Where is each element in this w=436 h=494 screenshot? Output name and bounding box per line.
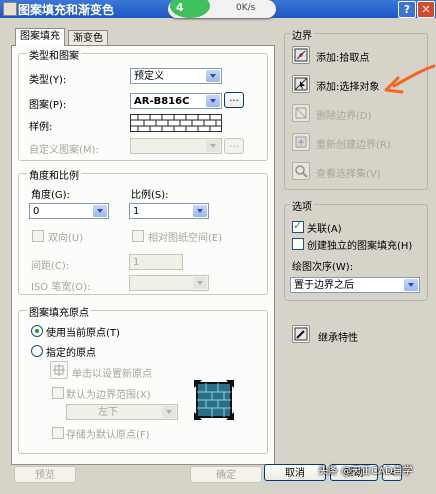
- help-title-button[interactable]: ?: [398, 1, 416, 18]
- spacing-label: 间距(C):: [31, 261, 70, 272]
- add-pick-points-icon[interactable]: [292, 46, 310, 64]
- scale-select[interactable]: 1: [129, 203, 209, 219]
- draw-order-label: 绘图次序(W):: [292, 262, 354, 273]
- draw-order-value: 置于边界之后: [294, 280, 354, 291]
- relative-paper-checkbox[interactable]: [132, 230, 144, 242]
- custom-pattern-select[interactable]: [130, 138, 222, 154]
- click-set-origin-label: 单击以设置新原点: [72, 369, 152, 380]
- pattern-browse-button[interactable]: ...: [224, 92, 244, 108]
- double-checkbox[interactable]: [32, 230, 44, 242]
- chevron-down-icon: [93, 205, 107, 217]
- magnifier-icon: [295, 165, 308, 178]
- view-selections-icon[interactable]: [292, 162, 310, 180]
- use-current-origin-label: 使用当前原点(T): [46, 328, 120, 339]
- app-icon: [3, 2, 17, 16]
- pattern-sample-swatch[interactable]: [130, 114, 222, 132]
- view-selections-label[interactable]: 查看选择集(V): [316, 165, 381, 180]
- window-title: 图案填充和渐变色: [18, 3, 115, 17]
- remove-boundaries-icon[interactable]: [292, 104, 310, 122]
- angle-label: 角度(G):: [31, 190, 70, 201]
- pattern-select[interactable]: AR-B816C: [130, 93, 222, 109]
- extent-value: 左下: [98, 407, 118, 418]
- orange-arrow-icon: [384, 64, 436, 94]
- brick-pattern-icon: [130, 114, 222, 132]
- independent-hatch-label: 创建独立的图案填充(H): [307, 241, 413, 252]
- brush-icon: [294, 327, 308, 341]
- pattern-select-value: AR-B816C: [134, 96, 190, 107]
- pick-point-icon: [294, 48, 308, 62]
- add-select-objects-icon[interactable]: [292, 75, 310, 93]
- options-legend: 选项: [290, 198, 314, 213]
- preview-button[interactable]: 预览: [14, 466, 76, 483]
- recreate-boundary-icon[interactable]: [292, 133, 310, 151]
- sample-label: 样例:: [29, 122, 53, 133]
- chevron-down-icon: [206, 70, 220, 82]
- use-current-origin-radio[interactable]: [31, 325, 43, 337]
- type-select[interactable]: 预定义: [130, 68, 222, 84]
- chevron-down-icon: [206, 140, 220, 152]
- ok-button[interactable]: 确定: [190, 466, 262, 483]
- type-pattern-legend: 类型和图案: [27, 47, 81, 62]
- custom-browse-button[interactable]: ...: [224, 138, 244, 154]
- hatch-origin-preview-icon: [194, 380, 234, 420]
- inherit-properties-label[interactable]: 继承特性: [318, 329, 358, 344]
- close-button[interactable]: ✕: [417, 1, 435, 18]
- tab-gradient[interactable]: 渐变色: [68, 30, 108, 46]
- origin-preview-image: [194, 380, 234, 420]
- annotation-arrow: [380, 60, 436, 100]
- type-label: 类型(Y):: [29, 75, 67, 86]
- chevron-down-icon: [404, 279, 418, 291]
- speed-rate: 0K/s: [236, 3, 256, 13]
- default-extent-checkbox[interactable]: [52, 387, 64, 399]
- cancel-button[interactable]: 取消: [264, 464, 326, 481]
- store-default-label: 存储为默认原点(F): [66, 430, 150, 441]
- independent-hatch-checkbox[interactable]: [292, 238, 304, 250]
- specified-origin-label: 指定的原点: [46, 348, 96, 359]
- crosshair-icon: [53, 364, 65, 376]
- inherit-properties-icon[interactable]: [292, 325, 310, 343]
- angle-value: 0: [33, 206, 40, 217]
- click-origin-icon[interactable]: [50, 361, 68, 379]
- draw-order-select[interactable]: 置于边界之后: [290, 277, 420, 293]
- custom-pattern-label: 自定义图案(M):: [29, 145, 99, 156]
- relative-paper-label: 相对图纸空间(E): [148, 233, 223, 244]
- tab-hatch[interactable]: 图案填充: [15, 28, 65, 46]
- recreate-boundary-label[interactable]: 重新创建边界(R): [316, 136, 391, 151]
- select-objects-icon: [294, 77, 308, 91]
- watermark-text: 头条 @天正CAD自学: [318, 466, 413, 477]
- origin-legend: 图案填充原点: [27, 304, 91, 319]
- remove-boundary-icon: [295, 107, 307, 119]
- scale-value: 1: [133, 206, 140, 217]
- pattern-label: 图案(P):: [29, 100, 67, 111]
- iso-pen-select[interactable]: [129, 275, 209, 291]
- extent-select[interactable]: 左下: [66, 404, 178, 420]
- double-label: 双向(U): [48, 233, 84, 244]
- scale-label: 比例(S):: [131, 190, 169, 201]
- add-select-objects-label[interactable]: 添加:选择对象: [316, 78, 379, 93]
- store-default-checkbox[interactable]: [52, 427, 64, 439]
- iso-pen-label: ISO 笔宽(O):: [31, 282, 91, 293]
- chevron-down-icon: [206, 95, 220, 107]
- default-extent-label: 默认为边界范围(X): [66, 390, 151, 401]
- specified-origin-radio[interactable]: [31, 345, 43, 357]
- angle-select[interactable]: 0: [29, 203, 109, 219]
- speed-percent: 4: [176, 1, 184, 14]
- type-select-value: 预定义: [134, 71, 164, 82]
- chevron-down-icon: [162, 406, 176, 418]
- chevron-down-icon: [193, 205, 207, 217]
- spacing-input[interactable]: 1: [129, 254, 183, 270]
- associative-checkbox[interactable]: [292, 219, 304, 233]
- boundaries-legend: 边界: [290, 27, 314, 42]
- chevron-down-icon: [193, 277, 207, 289]
- recreate-boundary-glyph-icon: [295, 136, 307, 148]
- associative-label: 关联(A): [307, 224, 342, 235]
- angle-scale-legend: 角度和比例: [27, 167, 81, 182]
- remove-boundaries-label[interactable]: 删除边界(D): [316, 107, 372, 122]
- add-pick-points-label[interactable]: 添加:拾取点: [316, 49, 369, 64]
